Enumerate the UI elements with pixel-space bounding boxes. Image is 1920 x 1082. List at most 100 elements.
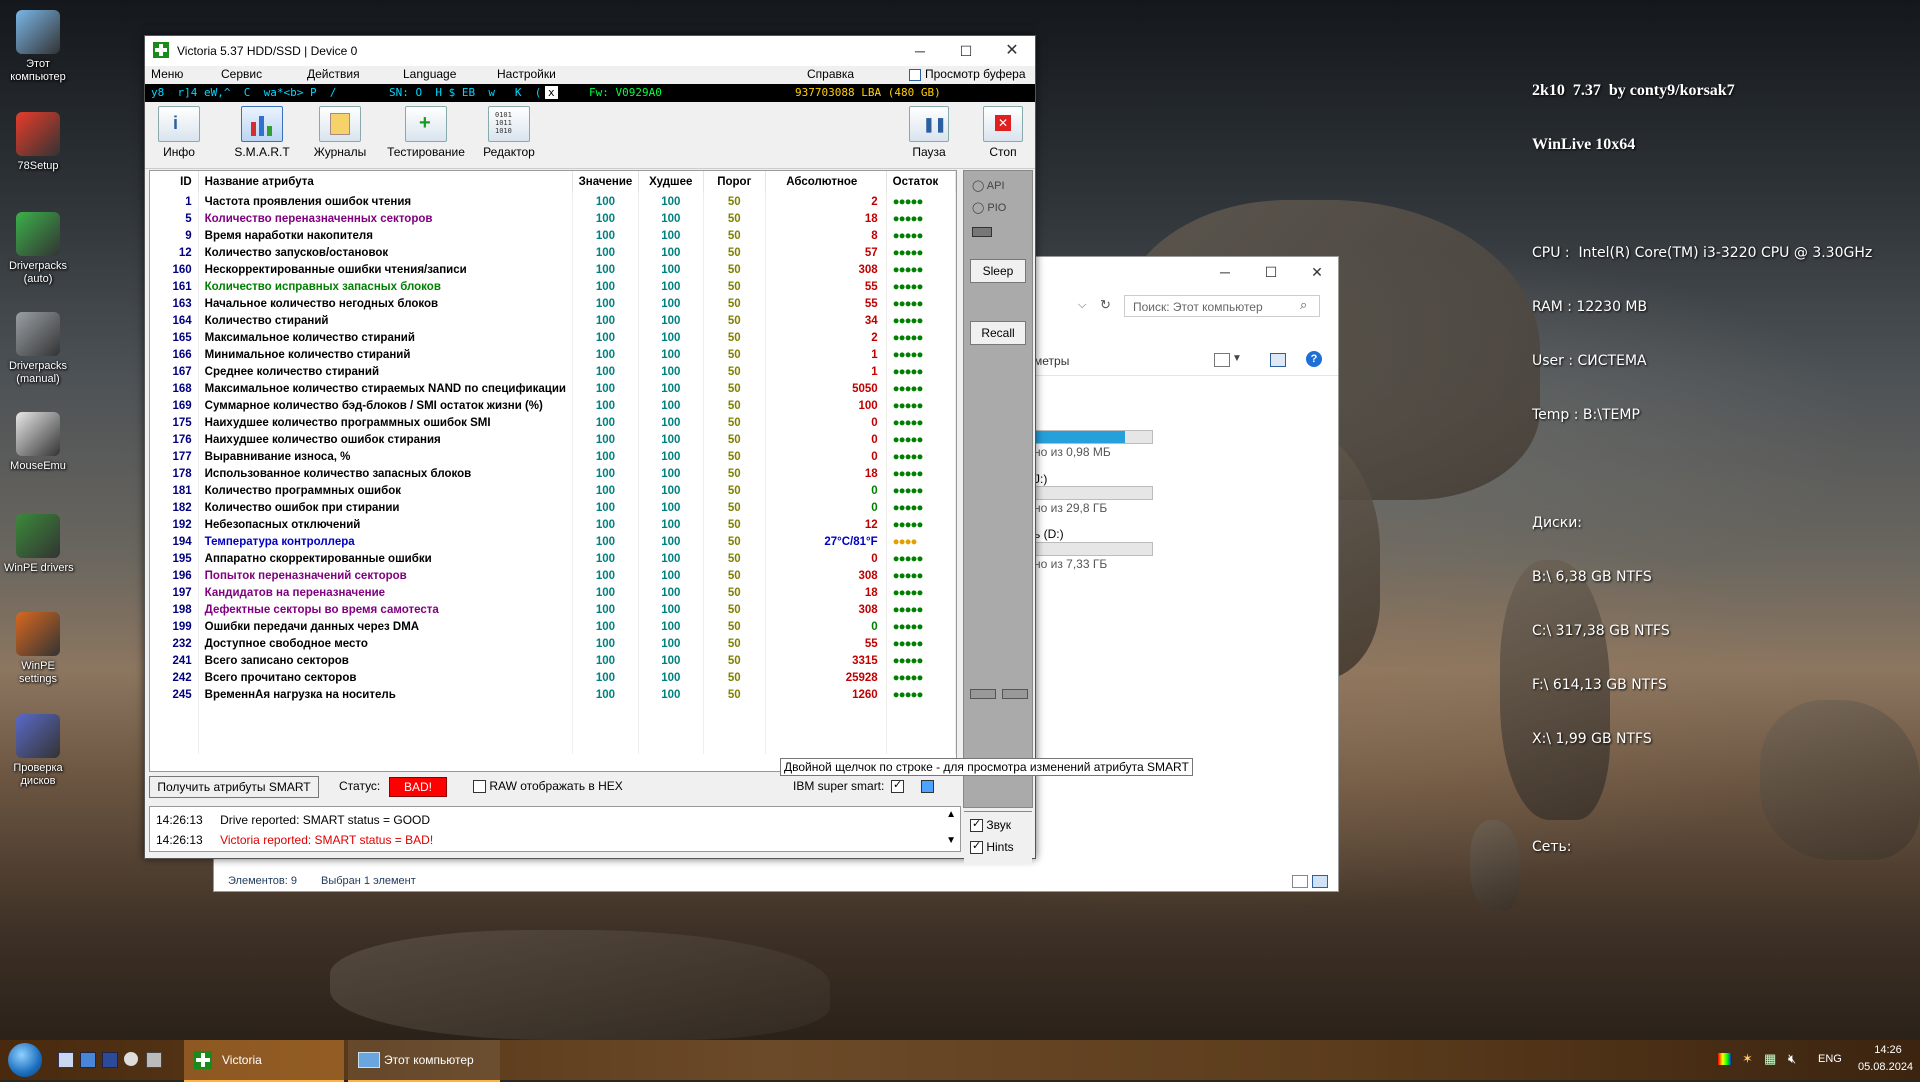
col-value[interactable]: Значение [572,171,639,193]
ribbon-options-label[interactable]: метры [1034,354,1069,368]
view-options-icon[interactable] [1214,353,1230,367]
scroll-right-icon[interactable] [1002,689,1028,699]
col-remaining[interactable]: Остаток [886,171,956,193]
clock[interactable]: 14:26 05.08.2024 [1858,1044,1913,1073]
maximize-icon[interactable]: ☐ [943,36,989,66]
info-button[interactable]: i Инфо [151,106,207,159]
quicklaunch-icon[interactable] [146,1052,162,1068]
preview-pane-icon[interactable] [1270,353,1286,367]
smart-table[interactable]: ID Название атрибута Значение Худшее Пор… [149,170,957,772]
minimize-icon[interactable]: ─ [1202,257,1248,287]
table-row[interactable]: 168 Максимальное количество стираемых NAN… [150,380,956,397]
details-view-icon[interactable] [1292,875,1308,888]
table-row[interactable]: 164 Количество стираний 100 100 50 34 ●●●●● [150,312,956,329]
table-row[interactable]: 194 Температура контроллера 100 100 50 27°C/8… [150,533,956,550]
table-row[interactable]: 182 Количество ошибок при стирании 100 100 5… [150,499,956,516]
col-threshold[interactable]: Порог [703,171,766,193]
scroll-left-icon[interactable] [970,689,996,699]
buffer-view-button[interactable]: Просмотр буфера [925,67,1026,81]
tray-tool-icon[interactable]: ✶ [1742,1051,1753,1067]
chevron-down-icon[interactable]: ⌵ [1078,299,1086,312]
testing-button[interactable]: + Тестирование [383,106,469,159]
table-row[interactable]: 5 Количество переназначенных секторов 100 1… [150,210,956,227]
help-icon[interactable]: ? [1306,351,1322,367]
col-raw[interactable]: Абсолютное [765,171,887,193]
api-radio[interactable]: ◯ API [972,179,1005,192]
table-row[interactable]: 178 Использованное количество запасных бл… [150,465,956,482]
table-row[interactable]: 232 Доступное свободное место 100 100 50 55 ●●… [150,635,956,652]
desktop-icon-check-disk[interactable]: Проверка дисков [4,714,72,788]
table-row[interactable]: 175 Наихудшее количество программных ошиб… [150,414,956,431]
desktop-icon-setup[interactable]: 78Setup [4,112,72,173]
table-row[interactable]: 177 Выравнивание износа, % 100 100 50 0 ●●●●● [150,448,956,465]
raw-hex-checkbox[interactable]: RAW отображать в HEX [473,779,623,794]
pause-button[interactable]: ❚❚ Пауза [905,106,953,159]
table-row[interactable]: 169 Суммарное количество бэд-блоков / SMI… [150,397,956,414]
log-panel[interactable]: 14:26:13 Drive reported: SMART status = … [149,806,961,852]
quicklaunch-icon[interactable] [102,1052,118,1068]
quicklaunch-icon[interactable] [58,1052,74,1068]
table-row[interactable]: 161 Количество исправных запасных блоков 1… [150,278,956,295]
logs-button[interactable]: Журналы [305,106,375,159]
hints-checkbox[interactable]: ✓ Hints [970,840,1014,855]
table-row[interactable]: 160 Нескорректированные ошибки чтения/зап… [150,261,956,278]
tray-color-icon[interactable] [1718,1053,1732,1065]
table-row[interactable]: 9 Время наработки накопителя 100 100 50 8 ●●●●… [150,227,956,244]
maximize-icon[interactable]: ☐ [1248,257,1294,287]
table-row[interactable]: 192 Небезопасных отключений 100 100 50 12 ●●●●… [150,516,956,533]
editor-button[interactable]: 0101 1011 1010 Редактор [477,106,541,159]
scroll-up-icon[interactable]: ▲ [946,809,956,820]
quicklaunch-icon[interactable] [124,1052,138,1066]
stop-button[interactable]: ✕ Стоп [981,106,1025,159]
table-row[interactable]: 242 Всего прочитано секторов 100 100 50 25928… [150,669,956,686]
table-row[interactable]: 166 Минимальное количество стираний 100 100… [150,346,956,363]
start-button[interactable] [8,1043,42,1077]
table-row[interactable]: 241 Всего записано секторов 100 100 50 3315 ●●… [150,652,956,669]
desktop-icon-driverpacks-auto[interactable]: Driverpacks (auto) [4,212,72,286]
table-row[interactable]: 197 Кандидатов на переназначение 100 100 50 1… [150,584,956,601]
smart-button[interactable]: S.M.A.R.T [227,106,297,159]
menu-item[interactable]: Language [403,67,456,81]
col-name[interactable]: Название атрибута [198,171,574,193]
quicklaunch-icon[interactable] [80,1052,96,1068]
drive-label[interactable]: J:) [1034,472,1047,486]
menu-item[interactable]: Сервис [221,67,262,81]
desktop-icon-winpe-drivers[interactable]: WinPE drivers [4,514,74,575]
volume-muted-icon[interactable]: 🔇︎ [1788,1051,1796,1067]
language-indicator[interactable]: ENG [1818,1053,1842,1065]
table-row[interactable]: 1 Частота проявления ошибок чтения 100 100 5… [150,193,956,210]
ibm-checkbox[interactable]: ✓ [891,779,904,794]
large-icons-view-icon[interactable] [1312,875,1328,888]
table-row[interactable]: 198 Дефектные секторы во время самотеста 1… [150,601,956,618]
refresh-icon[interactable]: ↻ [1100,297,1111,313]
recall-button[interactable]: Recall [970,321,1026,345]
table-row[interactable]: 163 Начальное количество негодных блоков 1… [150,295,956,312]
menu-item[interactable]: Настройки [497,67,556,81]
table-row[interactable]: 181 Количество программных ошибок 100 100 50… [150,482,956,499]
table-row[interactable]: 199 Ошибки передачи данных через DMA 100 10… [150,618,956,635]
get-smart-button[interactable]: Получить атрибуты SMART [149,776,319,798]
col-id[interactable]: ID [150,171,199,193]
table-row[interactable]: 245 ВременнАя нагрузка на носитель 100 100 5… [150,686,956,703]
network-icon[interactable]: ▦ [1764,1051,1776,1067]
desktop-icon-winpe-settings[interactable]: WinPE settings [4,612,72,686]
sound-checkbox[interactable]: ✓ Звук [970,818,1011,833]
victoria-window[interactable]: Victoria 5.37 HDD/SSD | Device 0 ─ ☐ ✕ М… [144,35,1036,864]
table-row[interactable]: 196 Попыток переназначений секторов 100 100… [150,567,956,584]
pio-radio[interactable]: ◯ PIO [972,201,1006,214]
table-row[interactable]: 195 Аппаратно скорректированные ошибки 100… [150,550,956,567]
sleep-button[interactable]: Sleep [970,259,1026,283]
victoria-titlebar[interactable]: Victoria 5.37 HDD/SSD | Device 0 ─ ☐ ✕ [145,36,1035,66]
taskbar-item-explorer[interactable]: Этот компьютер [348,1040,500,1082]
col-worst[interactable]: Худшее [638,171,704,193]
search-input[interactable]: Поиск: Этот компьютер [1124,295,1320,317]
table-row[interactable]: 12 Количество запусков/остановок 100 100 50 5… [150,244,956,261]
menu-item[interactable]: Меню [151,67,183,81]
table-row[interactable]: 167 Среднее количество стираний 100 100 50 1 ●… [150,363,956,380]
table-row[interactable]: 165 Максимальное количество стираний 100 10… [150,329,956,346]
desktop-icon-mouse-emu[interactable]: MouseEmu [4,412,72,473]
menu-item[interactable]: Действия [307,67,360,81]
menu-item[interactable]: Справка [807,67,854,81]
taskbar-item-victoria[interactable]: Victoria [184,1040,344,1082]
drive-label[interactable]: ь (D:) [1034,527,1064,541]
